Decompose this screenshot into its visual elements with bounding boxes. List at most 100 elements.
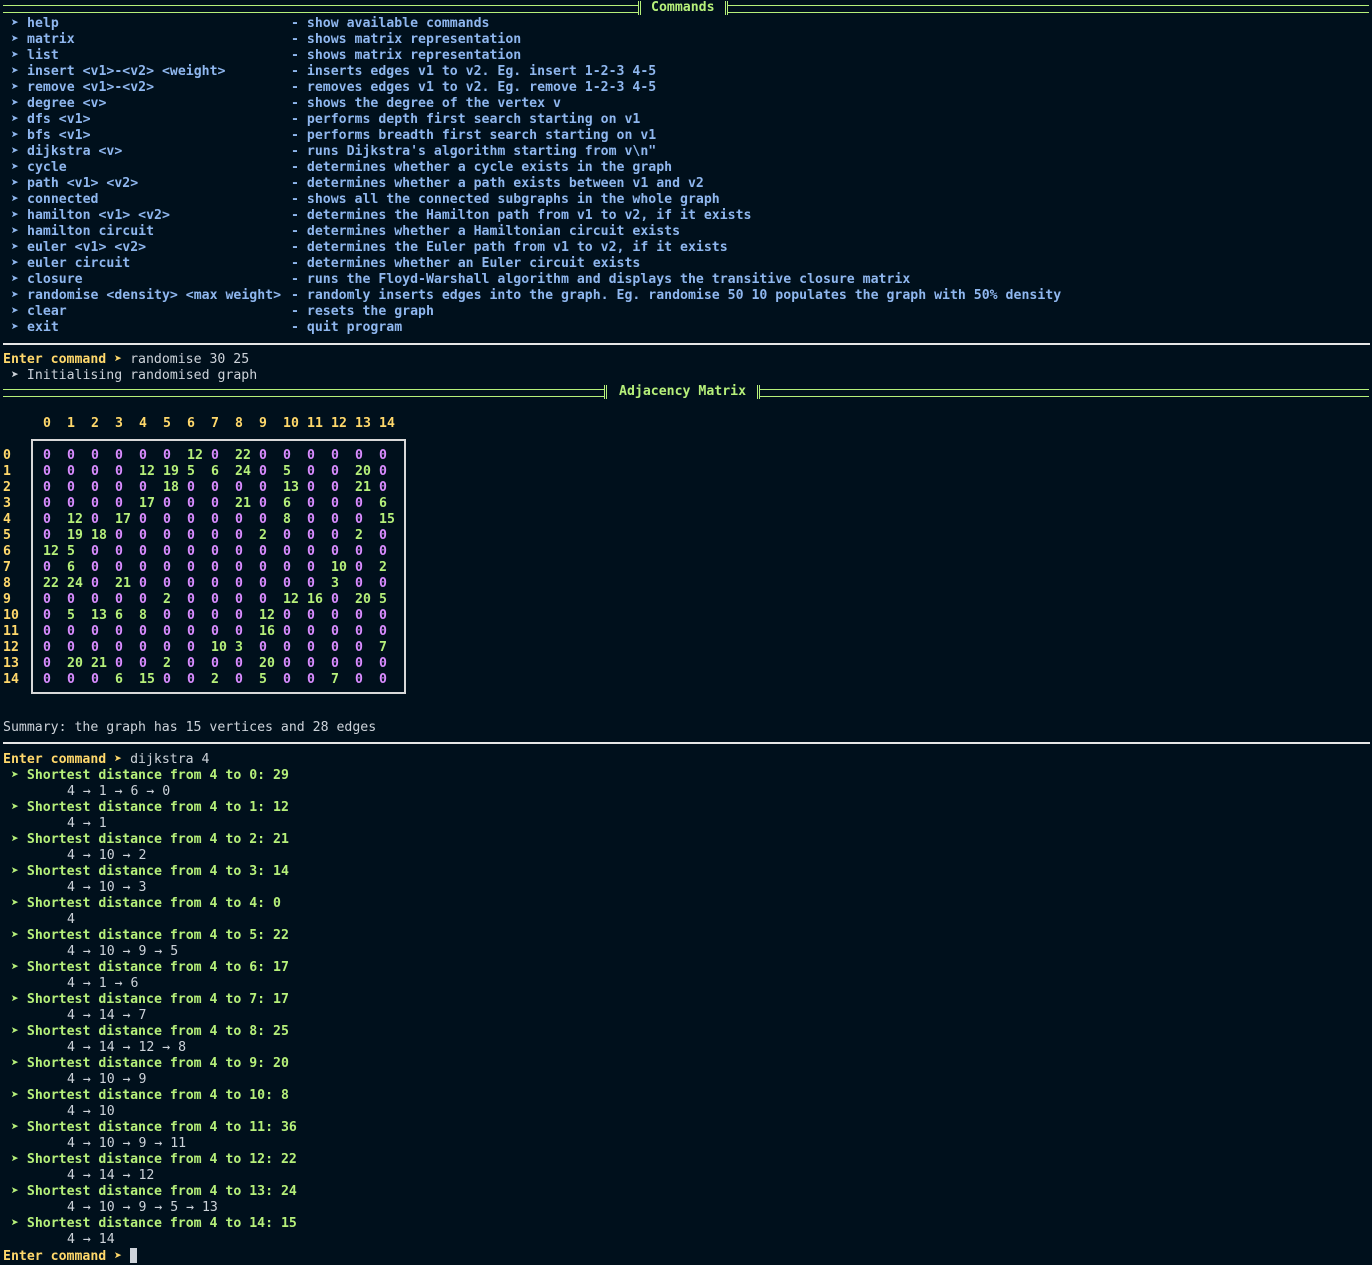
prompt-label: Enter command	[3, 752, 107, 767]
matrix-cell: 0	[211, 512, 219, 527]
matrix-cell: 0	[91, 512, 99, 527]
matrix-cell: 0	[139, 544, 147, 559]
matrix-cell: 0	[259, 640, 267, 655]
result-line: ➤ Shortest distance from 4 to 4: 0	[11, 896, 281, 912]
command-name: hamilton <v1> <v2>	[27, 208, 170, 223]
matrix-cell: 0	[163, 528, 171, 543]
matrix-cell: 21	[91, 656, 107, 671]
command-arrow: ➤	[11, 128, 19, 143]
result-text: Shortest distance from 4 to 5: 22	[26, 928, 289, 943]
matrix-cell: 0	[331, 544, 339, 559]
matrix-row-header: 11	[3, 624, 19, 639]
command-item: ➤ dfs <v1> - performs depth first search s…	[0, 112, 1372, 128]
matrix-cell: 0	[355, 544, 363, 559]
matrix-cell: 0	[163, 672, 171, 687]
separator	[3, 742, 1370, 744]
result-arrow: ➤	[11, 896, 19, 911]
text-cursor[interactable]	[130, 1248, 138, 1263]
result-text: Shortest distance from 4 to 10: 8	[26, 1088, 289, 1103]
command-item: ➤ degree <v> - shows the degree of the ver…	[0, 96, 1372, 112]
matrix-cell: 0	[163, 640, 171, 655]
matrix-col-header: 10	[283, 416, 299, 431]
command-arrow: ➤	[11, 48, 19, 63]
matrix-cell: 0	[331, 624, 339, 639]
matrix-cell: 19	[67, 528, 83, 543]
result-text: Shortest distance from 4 to 4: 0	[26, 896, 281, 911]
matrix-cell: 0	[307, 672, 315, 687]
matrix-cell: 0	[67, 496, 75, 511]
result-path: 4 → 1	[67, 816, 107, 831]
matrix-cell: 0	[235, 672, 243, 687]
matrix-cell: 3	[331, 576, 339, 591]
command-name: connected	[27, 192, 99, 207]
result-line: ➤ Shortest distance from 4 to 10: 8	[11, 1088, 289, 1104]
matrix-cell: 20	[355, 592, 371, 607]
command-description: - shows the degree of the vertex v	[291, 96, 561, 111]
matrix-cell: 15	[139, 672, 155, 687]
header-rule-right	[760, 389, 1369, 397]
matrix-cell: 0	[331, 480, 339, 495]
result-arrow: ➤	[11, 960, 19, 975]
command-prompt[interactable]: Enter command ➤	[3, 1248, 138, 1264]
result-text: Shortest distance from 4 to 13: 24	[26, 1184, 297, 1199]
result-path: 4 → 10 → 2	[67, 848, 147, 863]
matrix-cell: 15	[379, 512, 395, 527]
matrix-cell: 13	[91, 608, 107, 623]
command-arrow: ➤	[11, 224, 19, 239]
matrix-title: Adjacency Matrix	[619, 384, 747, 399]
matrix-col-header: 14	[379, 416, 395, 431]
matrix-cell: 0	[235, 512, 243, 527]
header-rule-right	[728, 5, 1369, 13]
matrix-cell: 0	[379, 480, 387, 495]
command-item: ➤ cycle - determines whether a cycle exist…	[0, 160, 1372, 176]
matrix-cell: 5	[259, 672, 267, 687]
matrix-cell: 6	[67, 560, 75, 575]
command-arrow: ➤	[11, 16, 19, 31]
command-name: clear	[27, 304, 67, 319]
matrix-cell: 0	[283, 672, 291, 687]
matrix-cell: 0	[307, 448, 315, 463]
matrix-cell: 6	[283, 496, 291, 511]
matrix-cell: 0	[91, 480, 99, 495]
matrix-cell: 0	[211, 496, 219, 511]
matrix-cell: 0	[67, 464, 75, 479]
matrix-cell: 0	[115, 592, 123, 607]
matrix-cell: 20	[259, 656, 275, 671]
matrix-cell: 0	[43, 480, 51, 495]
matrix-cell: 0	[187, 576, 195, 591]
matrix-cell: 0	[139, 656, 147, 671]
matrix-cell: 0	[163, 576, 171, 591]
matrix-cell: 0	[67, 480, 75, 495]
matrix-row-header: 5	[3, 528, 11, 543]
command-name: bfs <v1>	[27, 128, 91, 143]
matrix-cell: 17	[115, 512, 131, 527]
matrix-cell: 0	[67, 672, 75, 687]
result-path: 4	[67, 912, 75, 927]
result-arrow: ➤	[11, 1184, 19, 1199]
command-item: ➤ insert <v1>-<v2> <weight> - inserts edge…	[0, 64, 1372, 80]
command-item: ➤ dijkstra <v> - runs Dijkstra's algorithm…	[0, 144, 1372, 160]
command-name: euler <v1> <v2>	[27, 240, 147, 255]
command-description: - runs Dijkstra's algorithm starting fro…	[291, 144, 657, 159]
result-text: Shortest distance from 4 to 2: 21	[26, 832, 289, 847]
result-line: ➤ Shortest distance from 4 to 2: 21	[11, 832, 289, 848]
matrix-cell: 0	[91, 448, 99, 463]
matrix-cell: 0	[211, 480, 219, 495]
matrix-cell: 12	[43, 544, 59, 559]
command-description: - determines whether a path exists betwe…	[291, 176, 704, 191]
result-path: 4 → 14 → 7	[67, 1008, 147, 1023]
matrix-cell: 0	[331, 592, 339, 607]
command-arrow: ➤	[11, 272, 19, 287]
matrix-row-header: 8	[3, 576, 11, 591]
command-name: hamilton circuit	[27, 224, 155, 239]
result-path: 4 → 10 → 9 → 11	[67, 1136, 187, 1151]
matrix-col-header: 0	[43, 416, 51, 431]
result-arrow: ➤	[11, 864, 19, 879]
command-name: matrix	[27, 32, 75, 47]
matrix-cell: 0	[307, 464, 315, 479]
matrix-cell: 0	[43, 528, 51, 543]
matrix-cell: 0	[43, 640, 51, 655]
matrix-col-header: 8	[235, 416, 243, 431]
matrix-cell: 0	[259, 512, 267, 527]
matrix-cell: 0	[259, 544, 267, 559]
